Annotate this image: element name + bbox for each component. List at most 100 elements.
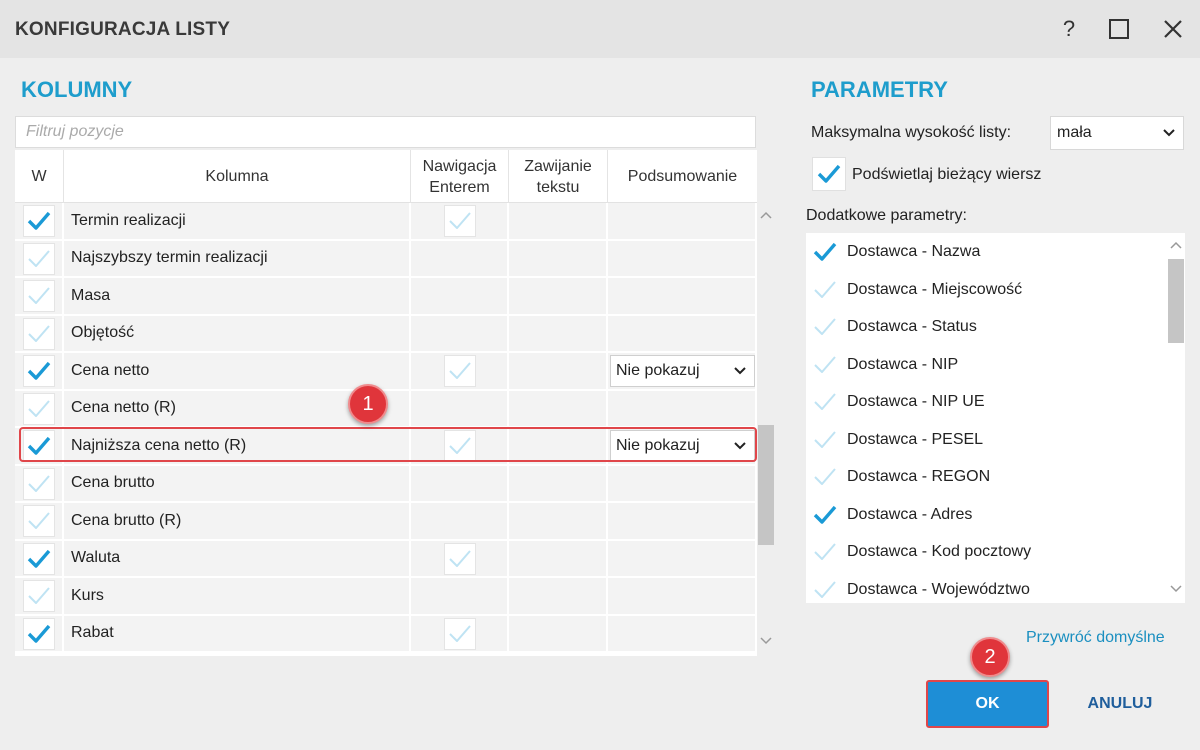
filter-input[interactable]: Filtruj pozycje [15,116,756,148]
table-row[interactable]: Cena brutto (R) [15,503,757,541]
enter-nav-checkbox[interactable] [444,355,476,387]
header-w[interactable]: W [15,150,64,203]
param-checkbox[interactable] [809,274,841,306]
param-checkbox[interactable] [809,461,841,493]
enter-nav-cell [411,278,509,316]
visible-cell [15,315,64,353]
param-label: Dostawca - Województwo [847,580,1030,598]
table-row[interactable]: Kurs [15,578,757,616]
visible-checkbox[interactable] [23,467,55,500]
enter-nav-cell [411,315,509,353]
summary-cell [608,540,757,578]
max-height-select[interactable]: mała [1050,116,1184,150]
cancel-button[interactable]: ANULUJ [1070,680,1170,728]
summary-select[interactable]: Nie pokazuj [610,355,755,387]
scroll-up-icon[interactable] [760,211,772,219]
header-zawijanie[interactable]: Zawijanie tekstu [509,150,608,203]
list-item[interactable]: Dostawca - Województwo [806,571,1166,604]
table-row[interactable]: Cena brutto [15,465,757,503]
highlight-row-checkbox[interactable] [812,157,846,191]
list-item[interactable]: Dostawca - Miejscowość [806,271,1166,309]
list-item[interactable]: Dostawca - Adres [806,496,1166,534]
param-label: Dostawca - Status [847,318,977,335]
checkmark-icon [814,318,836,335]
visible-checkbox[interactable] [23,617,55,650]
list-item[interactable]: Dostawca - Nazwa [806,233,1166,271]
checkmark-icon [813,242,837,261]
summary-cell [608,465,757,503]
table-row[interactable]: Masa [15,278,757,316]
column-name: Kurs [64,578,411,616]
list-item[interactable]: Dostawca - Status [806,308,1166,346]
visible-checkbox[interactable] [23,317,55,350]
param-checkbox[interactable] [809,499,841,531]
enter-nav-checkbox[interactable] [444,617,476,650]
param-label: Dostawca - Miejscowość [847,280,1023,298]
list-item[interactable]: Dostawca - Kod pocztowy [806,533,1166,571]
params-scroll-thumb[interactable] [1168,259,1184,343]
param-checkbox[interactable] [809,311,841,343]
restore-defaults-link[interactable]: Przywróć domyślne [1026,629,1165,647]
ok-button[interactable]: OK [926,680,1049,728]
visible-checkbox[interactable] [23,280,55,312]
close-button[interactable] [1156,12,1190,46]
checkmark-icon [28,512,50,529]
list-item[interactable]: Dostawca - NIP UE [806,383,1166,421]
maximize-button[interactable] [1102,12,1136,46]
wrap-text-cell [509,540,608,578]
visible-checkbox[interactable] [23,355,55,387]
callout-badge-2: 2 [970,637,1010,677]
param-label: Dostawca - Nazwa [847,243,981,260]
column-name: Termin realizacji [64,203,411,241]
list-item[interactable]: Dostawca - REGON [806,458,1166,496]
table-row[interactable]: Cena netto Nie pokazuj [15,353,757,391]
grid-scroll-thumb[interactable] [758,425,774,545]
visible-checkbox[interactable] [23,505,55,537]
header-podsumowanie[interactable]: Podsumowanie [608,150,757,203]
wrap-text-cell [509,503,608,541]
checkmark-icon [814,430,836,448]
checkmark-icon [814,280,836,298]
header-kolumna[interactable]: Kolumna [64,150,411,203]
column-name: Cena brutto [64,465,411,503]
column-name: Najszybszy termin realizacji [64,240,411,278]
visible-checkbox[interactable] [23,580,55,612]
param-checkbox[interactable] [809,424,841,456]
max-height-value: mała [1057,124,1092,141]
wrap-text-cell [509,240,608,278]
chevron-down-icon [1163,129,1175,137]
highlight-row-label[interactable]: Podświetlaj bieżący wiersz [852,166,1041,184]
checkmark-icon [28,249,50,267]
grid-scrollbar[interactable] [757,203,775,655]
param-label: Dostawca - NIP UE [847,393,985,410]
help-button[interactable]: ? [1052,12,1086,46]
visible-checkbox[interactable] [23,242,55,275]
list-item[interactable]: Dostawca - NIP [806,346,1166,384]
scroll-down-icon[interactable] [1170,585,1182,593]
extra-params-list: Dostawca - Nazwa Dostawca - Miejscowość Do… [806,233,1185,603]
visible-checkbox[interactable] [23,392,55,425]
summary-value: Nie pokazuj [616,362,700,379]
params-scrollbar[interactable] [1167,233,1185,603]
list-item[interactable]: Dostawca - PESEL [806,421,1166,459]
wrap-text-cell [509,315,608,353]
scroll-up-icon[interactable] [1170,241,1182,249]
summary-cell: Nie pokazuj [608,353,757,391]
header-nawigacja[interactable]: Nawigacja Enterem [411,150,509,203]
param-checkbox[interactable] [809,349,841,381]
visible-checkbox[interactable] [23,205,55,237]
table-row[interactable]: Najszybszy termin realizacji [15,240,757,278]
table-row[interactable]: Termin realizacji [15,203,757,241]
table-row[interactable]: Rabat [15,615,757,653]
param-checkbox[interactable] [809,236,841,268]
scroll-down-icon[interactable] [760,637,772,645]
param-checkbox[interactable] [809,386,841,418]
enter-nav-checkbox[interactable] [444,542,476,575]
checkmark-icon [814,543,836,560]
enter-nav-checkbox[interactable] [444,205,476,237]
table-row[interactable]: Waluta [15,540,757,578]
param-checkbox[interactable] [809,536,841,568]
table-row[interactable]: Objętość [15,315,757,353]
visible-checkbox[interactable] [23,542,55,575]
param-checkbox[interactable] [809,574,841,604]
